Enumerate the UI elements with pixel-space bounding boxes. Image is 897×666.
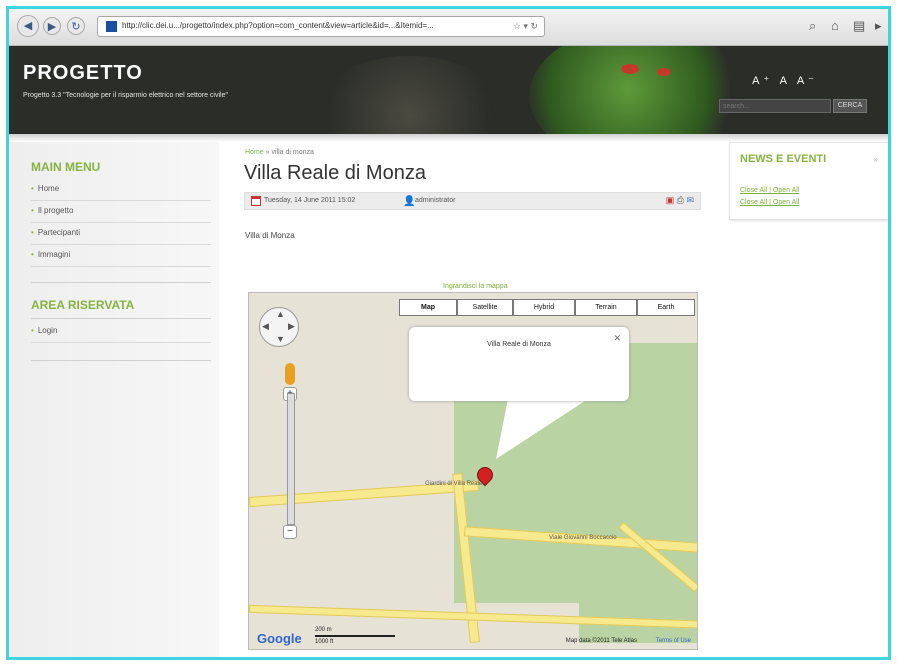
article-meta-bar: Tuesday, 14 June 2011 15:02 👤 administra… bbox=[244, 192, 701, 210]
news-toggle-link[interactable]: Close All | Open All bbox=[740, 187, 799, 194]
font-size-icons[interactable]: A⁺ A A⁻ bbox=[752, 74, 818, 87]
frog-eye bbox=[657, 68, 671, 76]
news-toggle-link[interactable]: Close All | Open All bbox=[740, 199, 799, 206]
calendar-icon bbox=[251, 196, 261, 206]
map-label-villa: Giardini di Villa Reale bbox=[425, 481, 483, 487]
info-window-title: Villa Reale di Monza bbox=[487, 341, 551, 348]
street-view-pegman-icon[interactable] bbox=[285, 363, 295, 385]
enlarge-map-link[interactable]: Ingrandisci la mappa bbox=[443, 283, 508, 290]
favicon-icon bbox=[106, 21, 117, 32]
breadcrumb: Home » villa di monza bbox=[245, 149, 314, 156]
close-icon[interactable]: ✕ bbox=[613, 333, 621, 344]
news-events-box: NEWS E EVENTI » Close All | Open All Clo… bbox=[729, 142, 888, 220]
search-input[interactable] bbox=[719, 99, 831, 113]
address-bar[interactable]: http://clic.dei.u.../progetto/index.php?… bbox=[97, 16, 545, 37]
article-author: administrator bbox=[415, 197, 456, 204]
article-body: Villa di Monza bbox=[245, 231, 295, 240]
search-engine-icon[interactable]: ⌕ bbox=[809, 18, 816, 34]
chevron-right-icon[interactable]: ▶ bbox=[288, 321, 295, 332]
divider bbox=[31, 360, 211, 361]
browser-window: ◀ ▶ ↻ http://clic.dei.u.../progetto/inde… bbox=[6, 6, 891, 660]
chevron-down-icon[interactable]: ▼ bbox=[276, 334, 285, 344]
map-scale-bar bbox=[315, 635, 395, 637]
star-icon[interactable]: ☆ ▾ ↻ bbox=[513, 21, 538, 32]
news-heading: NEWS E EVENTI bbox=[740, 153, 827, 165]
divider bbox=[31, 282, 211, 283]
email-icon[interactable]: ✉ bbox=[686, 195, 694, 205]
google-logo: Google bbox=[257, 631, 302, 646]
header-shadow bbox=[9, 134, 888, 142]
reserved-area-heading: AREA RISERVATA bbox=[31, 298, 135, 312]
menu-item-label: Immagini bbox=[37, 250, 71, 259]
map-type-satellite-button[interactable]: Satellite bbox=[457, 299, 513, 316]
menu-item-immagini[interactable]: • Immagini bbox=[31, 244, 211, 267]
search-button[interactable]: CERCA bbox=[833, 99, 867, 113]
map-scale-bottom: 1000 ft bbox=[315, 639, 334, 645]
menu-item-label: Home bbox=[37, 184, 60, 193]
site-subtitle: Progetto 3.3 "Tecnologie per il risparmi… bbox=[23, 92, 228, 99]
chevron-left-icon[interactable]: ◀ bbox=[262, 321, 269, 332]
back-arrow-icon[interactable]: ◀ bbox=[17, 15, 39, 37]
map-scale-top: 200 m bbox=[315, 627, 332, 633]
map-type-hybrid-button[interactable]: Hybrid bbox=[513, 299, 575, 316]
url-text: http://clic.dei.u.../progetto/index.php?… bbox=[122, 21, 434, 30]
home-icon[interactable]: ⌂ bbox=[831, 18, 839, 33]
zoom-out-button[interactable]: − bbox=[283, 525, 297, 539]
site-header: PROGETTO Progetto 3.3 "Tecnologie per il… bbox=[9, 46, 888, 134]
pdf-icon[interactable]: ▣ bbox=[666, 195, 675, 205]
menu-item-label: Partecipanti bbox=[37, 228, 81, 237]
chevron-icon[interactable]: » bbox=[874, 155, 878, 164]
terms-of-use-link[interactable]: Terms of Use bbox=[656, 638, 691, 644]
browser-toolbar: ◀ ▶ ↻ http://clic.dei.u.../progetto/inde… bbox=[9, 9, 888, 46]
map-type-terrain-button[interactable]: Terrain bbox=[575, 299, 637, 316]
divider bbox=[31, 318, 211, 319]
zoom-slider[interactable] bbox=[287, 393, 295, 525]
menu-item-progetto[interactable]: • Il progetto bbox=[31, 200, 211, 223]
map-label-road: Viale Giovanni Boccaccio bbox=[549, 535, 617, 541]
site-title[interactable]: PROGETTO bbox=[23, 62, 143, 85]
main-menu-heading: MAIN MENU bbox=[31, 160, 101, 174]
left-sidebar: MAIN MENU • Home • Il progetto • Partecipan… bbox=[9, 142, 219, 657]
map-type-earth-button[interactable]: Earth bbox=[637, 299, 695, 316]
frog-image bbox=[529, 46, 749, 134]
frog-eye bbox=[621, 64, 639, 74]
article-date: Tuesday, 14 June 2011 15:02 bbox=[264, 197, 356, 204]
forward-arrow-icon[interactable]: ▶ bbox=[43, 17, 61, 35]
menu-item-label: Il progetto bbox=[37, 206, 74, 215]
header-background-shade bbox=[309, 56, 509, 134]
page-title: Villa Reale di Monza bbox=[244, 162, 426, 184]
menu-item-label: Login bbox=[37, 326, 58, 335]
menu-icon[interactable]: ▸ bbox=[875, 18, 882, 34]
pdf-print-email-icons[interactable]: ▣ ⎙ ✉ bbox=[666, 195, 694, 206]
breadcrumb-current: villa di monza bbox=[271, 149, 314, 156]
map-type-map-button[interactable]: Map bbox=[399, 299, 457, 316]
breadcrumb-separator: » bbox=[265, 149, 270, 156]
info-window: Villa Reale di Monza ✕ bbox=[409, 327, 629, 401]
menu-item-partecipanti[interactable]: • Partecipanti bbox=[31, 222, 211, 245]
bookmarks-icon[interactable]: ▤ bbox=[853, 18, 865, 34]
menu-item-login[interactable]: • Login bbox=[31, 320, 211, 343]
print-icon[interactable]: ⎙ bbox=[677, 195, 684, 205]
breadcrumb-home[interactable]: Home bbox=[245, 149, 264, 156]
map-attribution: Map data ©2011 Tele Atlas bbox=[565, 638, 637, 644]
google-map[interactable]: Map Satellite Hybrid Terrain Earth Villa… bbox=[248, 292, 698, 650]
chevron-up-icon[interactable]: ▲ bbox=[276, 309, 285, 319]
park-area bbox=[579, 543, 697, 643]
user-icon: 👤 bbox=[403, 196, 416, 207]
reload-icon[interactable]: ↻ bbox=[67, 17, 85, 35]
pan-control[interactable]: ▲ ◀ ▶ ▼ bbox=[259, 307, 299, 347]
menu-item-home[interactable]: • Home bbox=[31, 178, 211, 201]
